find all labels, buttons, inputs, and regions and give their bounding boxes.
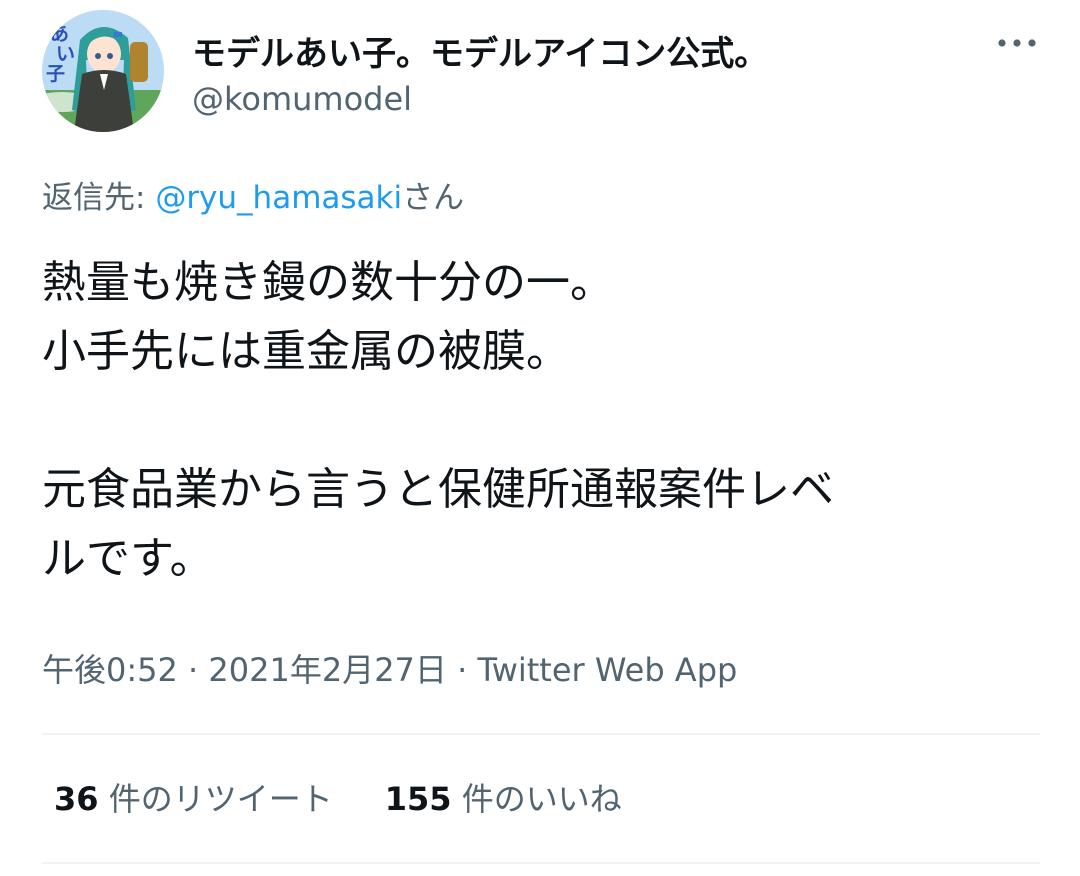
avatar[interactable]: あ い 子: [42, 10, 164, 132]
svg-text:子: 子: [46, 63, 65, 85]
divider: [42, 733, 1040, 735]
tweet-text-line: 元食品業から言うと保健所通報案件レベ: [42, 464, 834, 515]
reply-suffix: さん: [402, 180, 465, 216]
more-options-button[interactable]: [992, 26, 1042, 60]
tweet-text: 熱量も焼き鏝の数十分の一。 小手先には重金属の被膜。 元食品業から言うと保健所通…: [42, 248, 1052, 593]
likes-stat-link[interactable]: 155 件のいいね: [385, 774, 622, 820]
tweet-time[interactable]: 午後0:52: [42, 651, 178, 689]
tweet-stats: 36 件のリツイート 155 件のいいね: [54, 774, 674, 820]
divider: [42, 862, 1040, 864]
tweet-date[interactable]: 2021年2月27日: [208, 651, 447, 689]
tweet-text-line: [42, 386, 1052, 455]
tweet-text-line: 小手先には重金属の被膜。: [42, 326, 570, 377]
more-horizontal-icon: [998, 39, 1036, 47]
retweets-label: 件のリツイート: [98, 780, 333, 818]
tweet-text-line: ルです。: [42, 533, 214, 584]
meta-separator: ·: [177, 651, 209, 689]
svg-text:あ: あ: [50, 23, 69, 45]
anime-character-avatar-icon: あ い 子: [42, 10, 164, 132]
reply-mention-link[interactable]: @ryu_hamasaki: [155, 180, 402, 216]
author-display-name[interactable]: モデルあい子。モデルアイコン公式。: [192, 26, 768, 75]
reply-context: 返信先: @ryu_hamasakiさん: [42, 172, 464, 217]
tweet-header: あ い 子 モデルあい子。モデルアイコン公式。 @komumodel: [42, 10, 1042, 134]
tweet-meta: 午後0:52 · 2021年2月27日 · Twitter Web App: [42, 645, 737, 691]
retweets-count: 36: [54, 780, 99, 818]
author-handle[interactable]: @komumodel: [192, 80, 412, 118]
tweet-source-link[interactable]: Twitter Web App: [477, 651, 737, 689]
meta-separator: ·: [446, 651, 478, 689]
likes-count: 155: [384, 780, 452, 818]
likes-label: 件のいいね: [451, 780, 622, 818]
retweets-stat-link[interactable]: 36 件のリツイート: [54, 774, 333, 820]
tweet-text-line: 熱量も焼き鏝の数十分の一。: [42, 257, 614, 308]
svg-text:い: い: [56, 43, 75, 65]
reply-prefix: 返信先:: [42, 180, 156, 216]
